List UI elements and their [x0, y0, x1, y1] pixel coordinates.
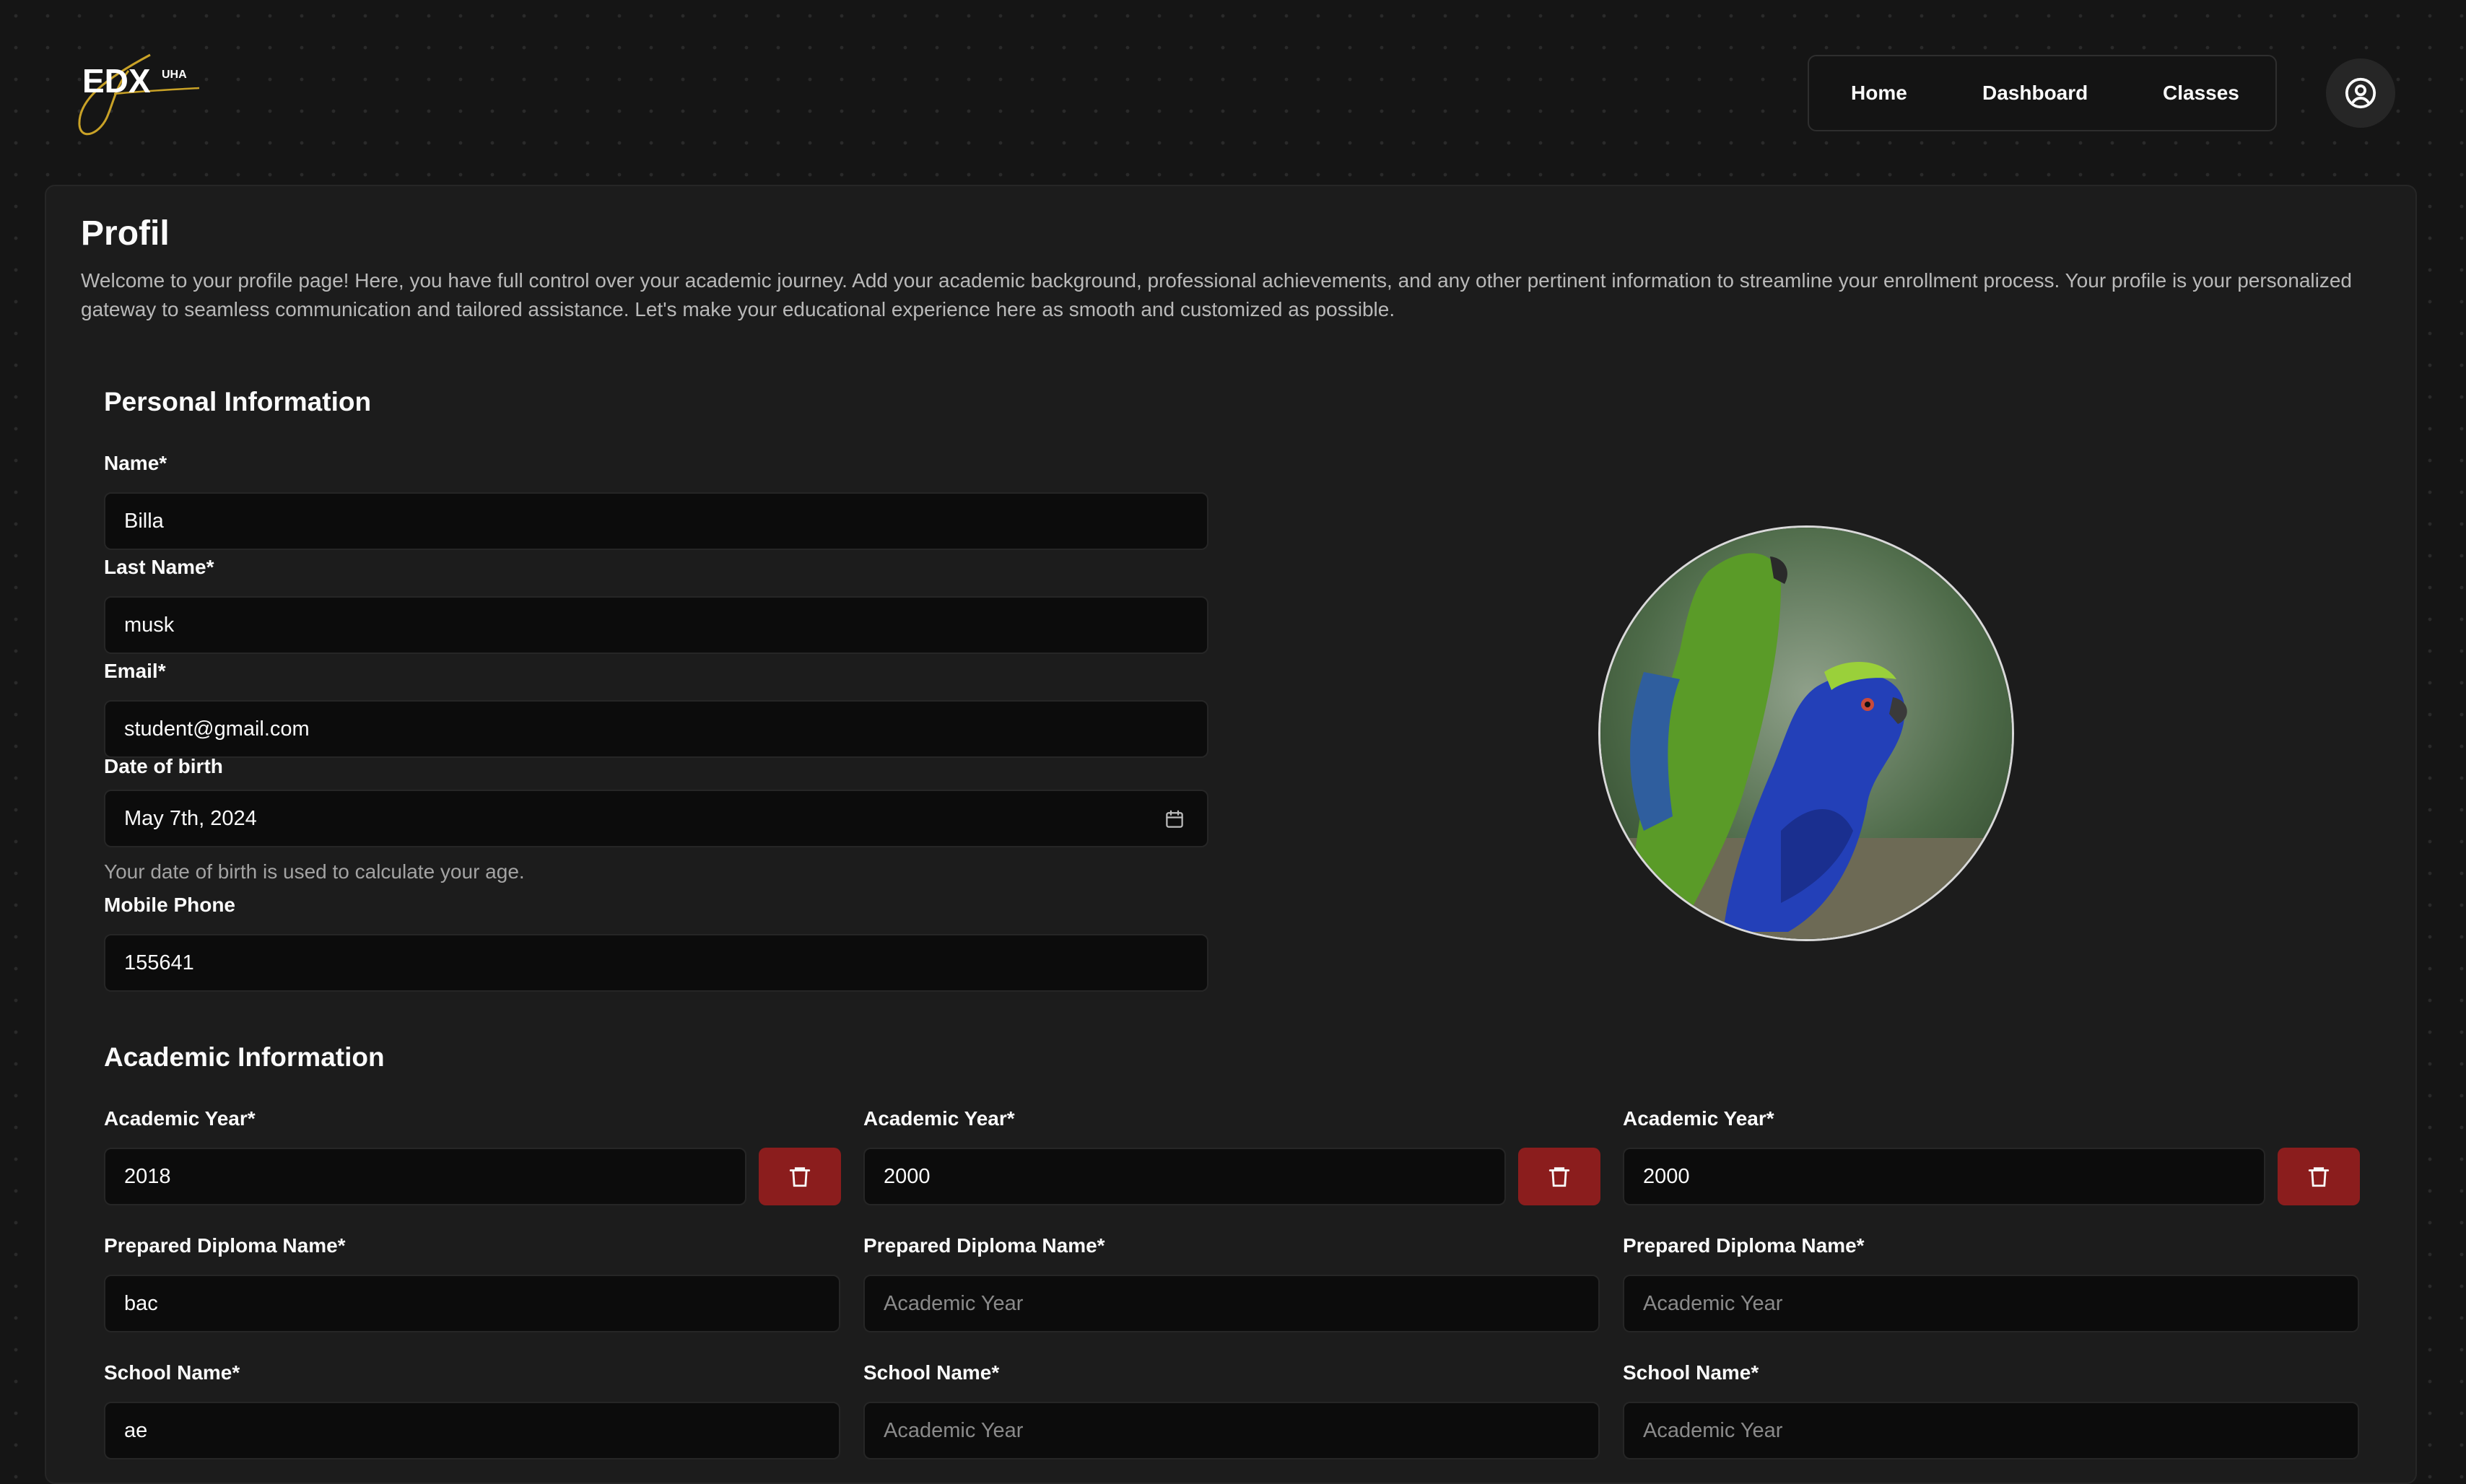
- name-label: Name*: [104, 452, 167, 474]
- page-intro: Welcome to your profile page! Here, you …: [81, 269, 2352, 320]
- dob-hint: Your date of birth is used to calculate …: [104, 860, 525, 883]
- last-name-field[interactable]: musk: [104, 596, 1208, 654]
- delete-entry-button[interactable]: [2278, 1148, 2360, 1205]
- academic-year-field[interactable]: 2000: [1623, 1148, 2265, 1205]
- school-field[interactable]: ae: [104, 1402, 840, 1459]
- nav-home[interactable]: Home: [1851, 56, 1907, 130]
- academic-year-label: Academic Year*: [863, 1107, 1015, 1130]
- personal-info-title: Personal Information: [104, 387, 372, 416]
- phone-field[interactable]: 155641: [104, 934, 1208, 992]
- diploma-label: Prepared Diploma Name*: [1623, 1234, 1865, 1257]
- academic-year-label: Academic Year*: [104, 1107, 256, 1130]
- trash-icon: [1548, 1167, 1570, 1187]
- academic-year-field[interactable]: 2018: [104, 1148, 746, 1205]
- email-label: Email*: [104, 660, 166, 682]
- edx-uha-logo[interactable]: EDX UHA: [64, 49, 208, 143]
- delete-entry-button[interactable]: [1518, 1148, 1600, 1205]
- nav-classes[interactable]: Classes: [2163, 56, 2239, 130]
- school-field[interactable]: Academic Year: [1623, 1402, 2359, 1459]
- trash-icon: [789, 1167, 811, 1187]
- school-label: School Name*: [1623, 1361, 1759, 1384]
- school-label: School Name*: [863, 1361, 1000, 1384]
- diploma-field[interactable]: Academic Year: [863, 1275, 1600, 1332]
- diploma-field[interactable]: Academic Year: [1623, 1275, 2359, 1332]
- trash-icon: [2308, 1167, 2330, 1187]
- nav-dashboard[interactable]: Dashboard: [1982, 56, 2088, 130]
- svg-text:EDX: EDX: [82, 62, 151, 100]
- dob-label: Date of birth: [104, 755, 223, 777]
- school-field[interactable]: Academic Year: [863, 1402, 1600, 1459]
- diploma-label: Prepared Diploma Name*: [863, 1234, 1105, 1257]
- dob-picker[interactable]: May 7th, 2024: [104, 790, 1208, 847]
- last-name-label: Last Name*: [104, 556, 214, 578]
- user-circle-icon: [2345, 77, 2376, 109]
- dob-value: May 7th, 2024: [124, 806, 257, 830]
- svg-text:UHA: UHA: [162, 69, 187, 81]
- name-field[interactable]: Billa: [104, 492, 1208, 550]
- phone-label: Mobile Phone: [104, 894, 235, 916]
- academic-year-label: Academic Year*: [1623, 1107, 1774, 1130]
- diploma-field[interactable]: bac: [104, 1275, 840, 1332]
- school-label: School Name*: [104, 1361, 240, 1384]
- email-field[interactable]: student@gmail.com: [104, 700, 1208, 758]
- delete-entry-button[interactable]: [759, 1148, 841, 1205]
- calendar-icon[interactable]: [1164, 808, 1185, 830]
- academic-year-field[interactable]: 2000: [863, 1148, 1506, 1205]
- account-menu-button[interactable]: [2326, 58, 2395, 128]
- profile-photo[interactable]: [1598, 525, 2014, 941]
- diploma-label: Prepared Diploma Name*: [104, 1234, 346, 1257]
- page-title: Profil: [81, 214, 170, 253]
- main-nav: Home Dashboard Classes: [1808, 55, 2277, 131]
- academic-info-title: Academic Information: [104, 1042, 385, 1072]
